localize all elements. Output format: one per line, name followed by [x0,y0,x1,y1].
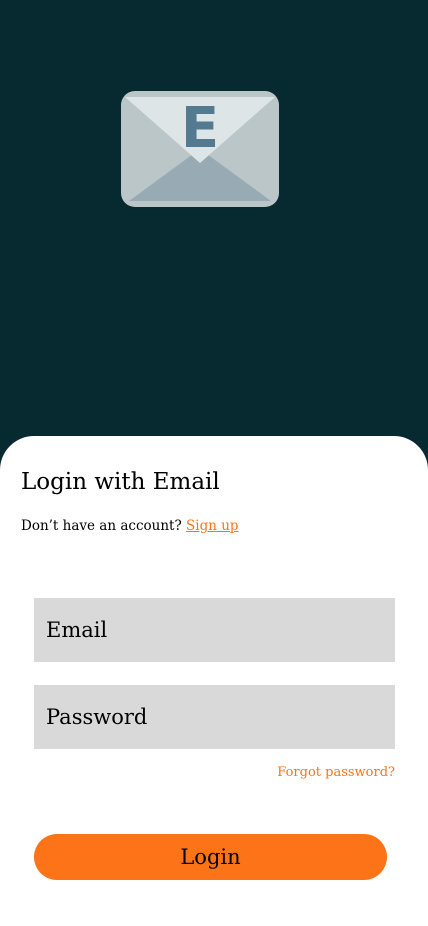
signup-row: Don’t have an account? Sign up [21,518,239,534]
hero-section: E [0,0,428,436]
login-sheet: Login with Email Don’t have an account? … [0,436,428,926]
envelope-letter: E [181,96,219,161]
envelope-e-icon: E [121,91,279,207]
email-field[interactable] [34,598,395,662]
login-button[interactable]: Login [34,834,387,880]
password-field[interactable] [34,685,395,749]
signup-prompt: Don’t have an account? [21,518,182,534]
forgot-password-link[interactable]: Forgot password? [277,765,395,780]
signup-link[interactable]: Sign up [186,518,239,534]
page-title: Login with Email [21,469,220,495]
